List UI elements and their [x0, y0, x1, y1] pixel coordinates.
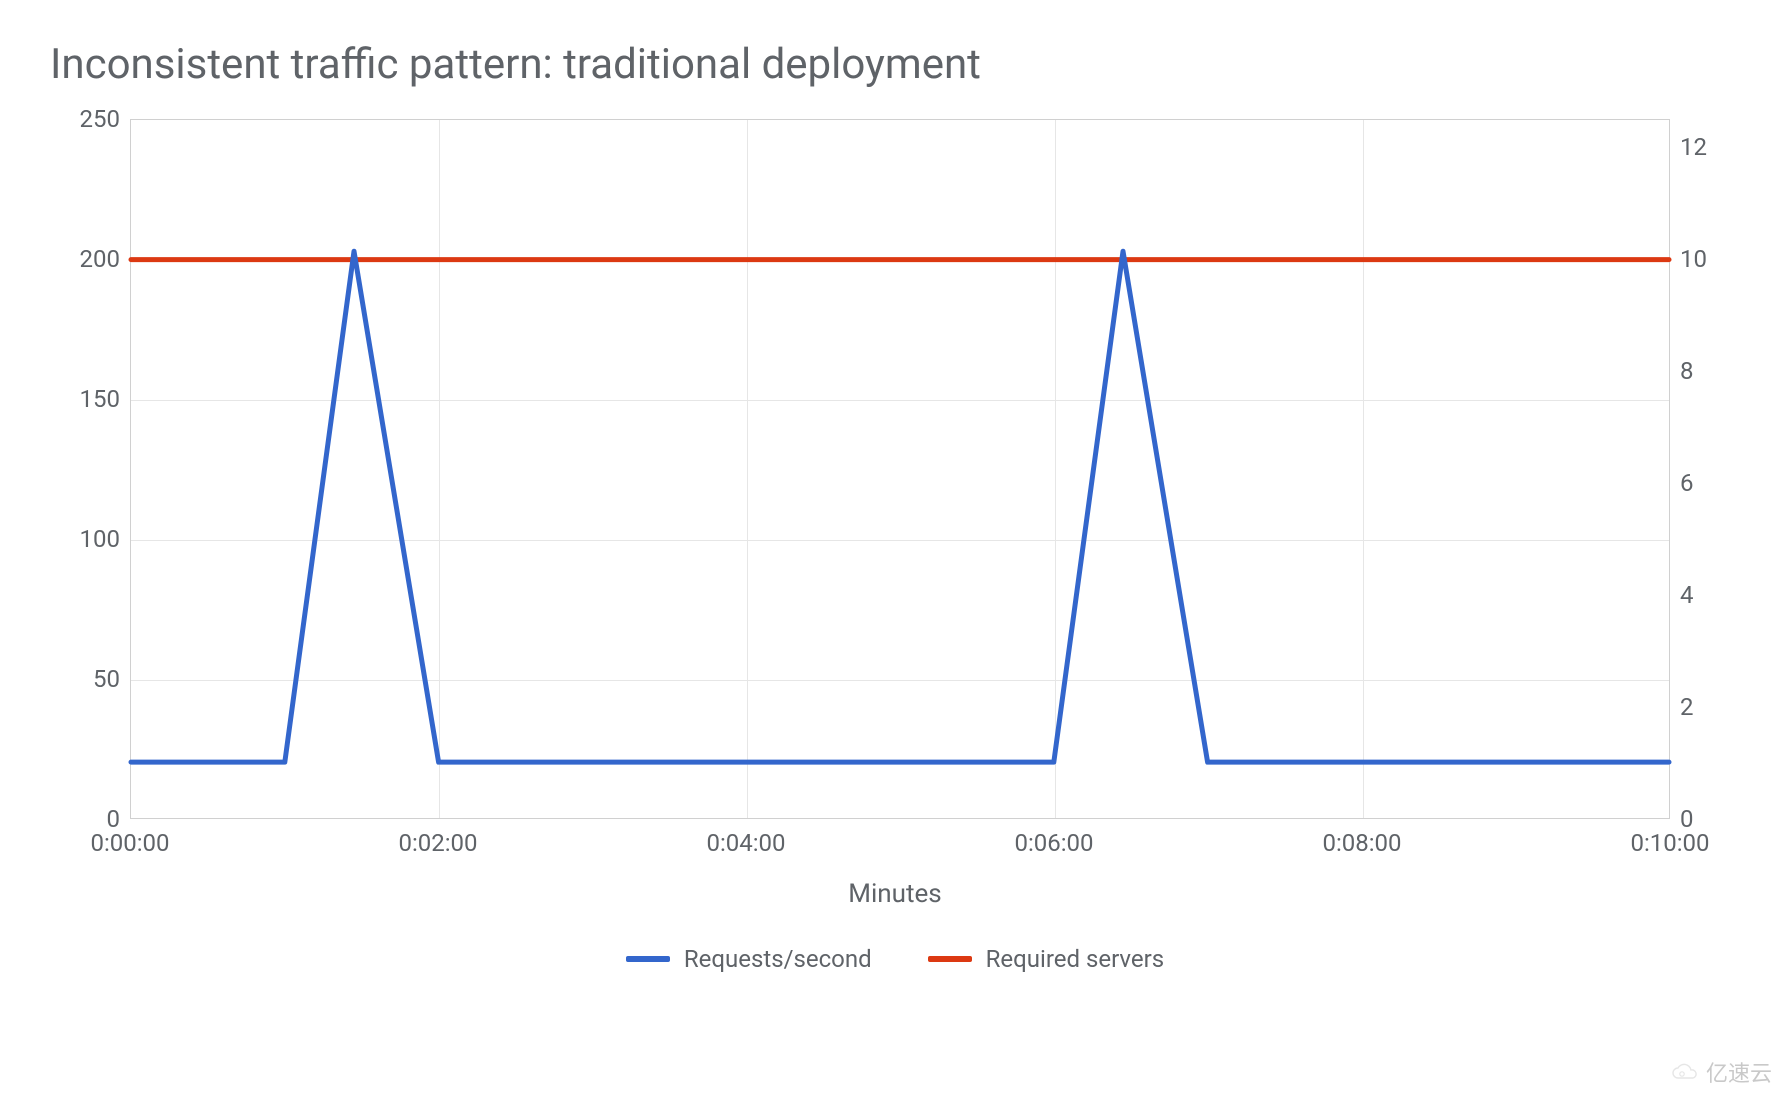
- x-axis-label: Minutes: [848, 879, 941, 909]
- legend-label: Requests/second: [684, 945, 872, 973]
- x-tick: 0:06:00: [1014, 829, 1093, 857]
- chart-area: 0 50 100 150 200 250 0 2 4 6 8 10 12 0:0…: [50, 119, 1740, 879]
- y-right-tick: 10: [1680, 245, 1740, 273]
- y-left-tick: 50: [50, 665, 120, 693]
- y-left-tick: 250: [50, 105, 120, 133]
- y-left-tick: 150: [50, 385, 120, 413]
- watermark-text: 亿速云: [1706, 1056, 1772, 1088]
- watermark: 亿速云: [1670, 1056, 1772, 1088]
- legend-swatch: [626, 956, 670, 962]
- chart-lines: [131, 120, 1669, 818]
- x-tick: 0:08:00: [1322, 829, 1401, 857]
- cloud-icon: [1670, 1062, 1700, 1082]
- legend: Requests/second Required servers: [0, 940, 1790, 973]
- requests-per-second-line: [131, 251, 1669, 762]
- y-right-tick: 2: [1680, 693, 1740, 721]
- legend-item-requests: Requests/second: [626, 945, 872, 973]
- y-right-tick: 6: [1680, 469, 1740, 497]
- x-tick: 0:10:00: [1630, 829, 1709, 857]
- legend-label: Required servers: [986, 945, 1165, 973]
- y-left-tick: 200: [50, 245, 120, 273]
- plot-area: [130, 119, 1670, 819]
- legend-item-servers: Required servers: [928, 945, 1165, 973]
- y-right-tick: 4: [1680, 581, 1740, 609]
- x-tick: 0:00:00: [90, 829, 169, 857]
- legend-swatch: [928, 956, 972, 962]
- y-right-tick: 8: [1680, 357, 1740, 385]
- y-left-tick: 100: [50, 525, 120, 553]
- x-tick: 0:02:00: [398, 829, 477, 857]
- x-tick: 0:04:00: [706, 829, 785, 857]
- y-right-tick: 12: [1680, 133, 1740, 161]
- chart-title: Inconsistent traffic pattern: traditiona…: [50, 40, 1740, 89]
